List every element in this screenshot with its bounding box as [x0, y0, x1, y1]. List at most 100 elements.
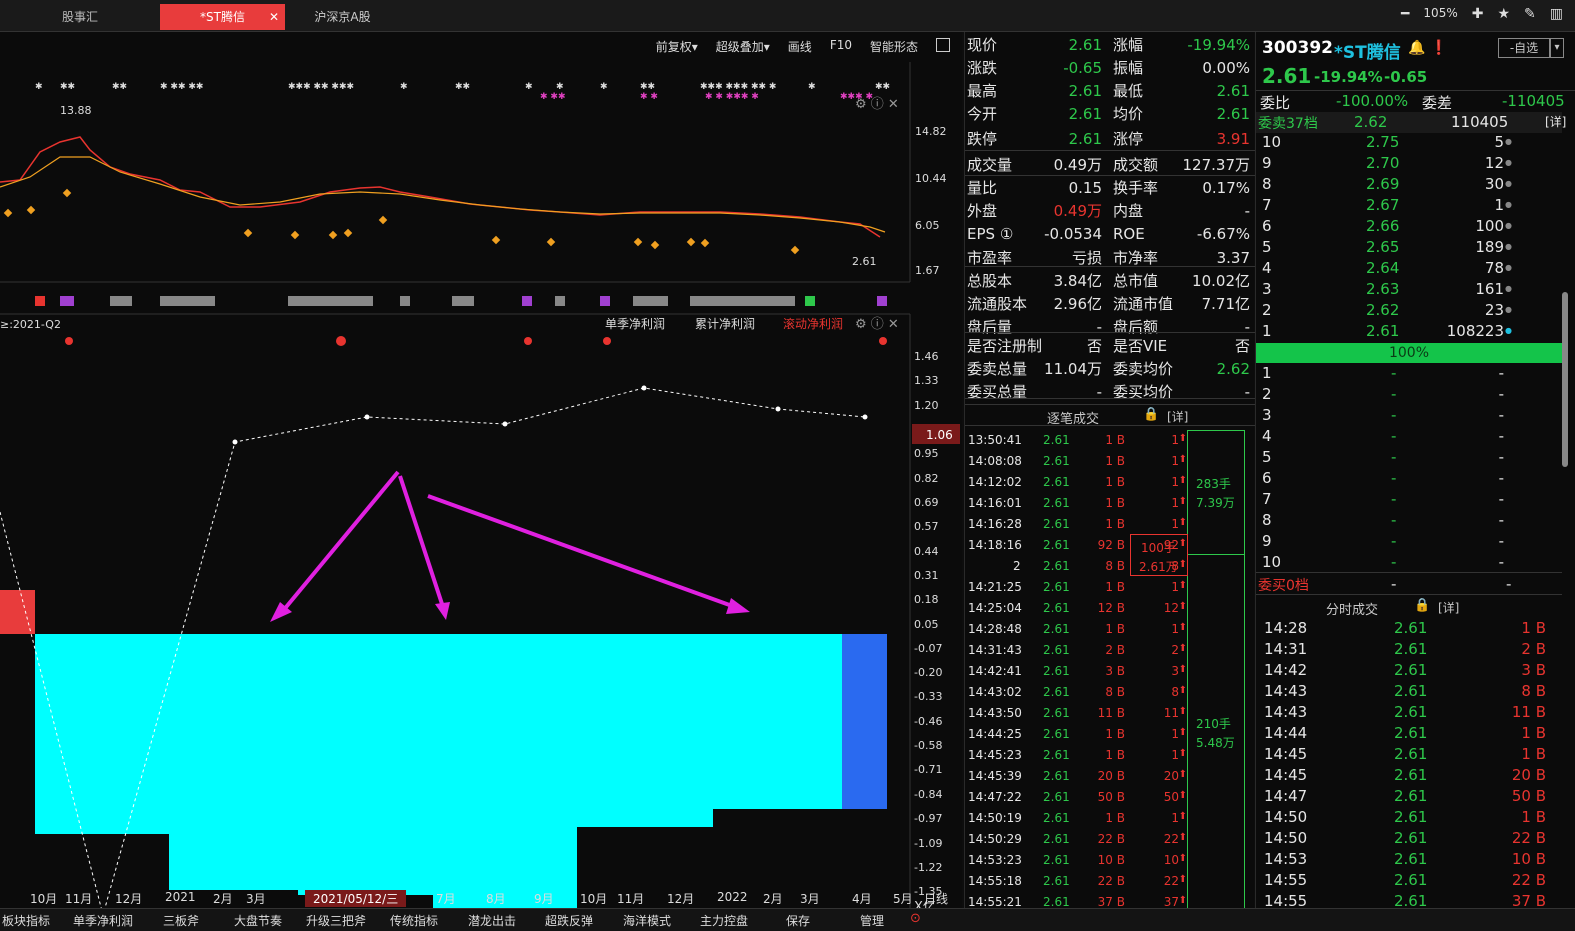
- indicator-tab[interactable]: 管理: [860, 912, 884, 929]
- bid-volume: -: [1498, 490, 1504, 508]
- change-amount: -0.65: [1384, 68, 1428, 86]
- lock-icon[interactable]: 🔒: [1414, 598, 1430, 613]
- panel-controls[interactable]: ⚙ ⓘ ✕: [855, 97, 899, 112]
- tab-hushenjing[interactable]: 沪深京A股: [285, 4, 400, 30]
- up-arrow-icon: ⬆: [1178, 706, 1187, 717]
- bid-level-row[interactable]: 2 - -: [1256, 385, 1556, 406]
- indicator-tab[interactable]: 单季净利润: [73, 912, 133, 929]
- star-icon[interactable]: ★: [1497, 6, 1510, 22]
- svg-text:✱ ✱✱ ✱✱: ✱ ✱✱ ✱✱: [160, 82, 203, 92]
- add-watchlist-button[interactable]: -自选: [1498, 38, 1550, 58]
- draw-line-button[interactable]: 画线: [788, 38, 812, 55]
- tick-detail-link[interactable]: [详]: [1167, 408, 1188, 425]
- weibi-label: 委比: [1260, 94, 1291, 112]
- bid-level-row[interactable]: 5 - -: [1256, 448, 1556, 469]
- fenshi-detail-link[interactable]: [详]: [1438, 599, 1459, 616]
- svg-text:✱ ✱: ✱ ✱: [640, 92, 658, 102]
- indicator-tab[interactable]: 三板斧: [163, 912, 199, 929]
- finance-axis-tick: 0.05: [914, 618, 939, 631]
- zoom-out-icon[interactable]: ━: [1401, 6, 1409, 22]
- bid-level-row[interactable]: 6 - -: [1256, 469, 1556, 490]
- bid-volume: -: [1498, 364, 1504, 382]
- tick-price: 2.61: [1043, 643, 1070, 657]
- indicator-tab[interactable]: 保存: [786, 912, 810, 929]
- tab-cumulative-profit[interactable]: 累计净利润: [695, 317, 755, 331]
- ask-level-row[interactable]: 1 2.61 108223 ●: [1256, 322, 1556, 343]
- panel-toggle-icon[interactable]: [936, 38, 950, 52]
- top-tab-bar: 股事汇 *ST腾信 ✕ 沪深京A股 ━ 105% ✚ ★ ✎ ▥: [0, 0, 1575, 32]
- overlay-dropdown[interactable]: 超级叠加▾: [716, 38, 770, 55]
- indicator-tab[interactable]: 主力控盘: [700, 912, 748, 929]
- indicator-tab[interactable]: 大盘节奏: [234, 912, 282, 929]
- indicator-tab[interactable]: 潜龙出击: [468, 912, 516, 929]
- svg-text:⚙ ⓘ ✕: ⚙ ⓘ ✕: [855, 97, 899, 112]
- tick-count: 11: [1163, 706, 1179, 720]
- svg-text:✱✱: ✱✱: [640, 82, 655, 92]
- tab-single-quarter-profit[interactable]: 单季净利润: [605, 317, 665, 331]
- tick-row: 14:55:18 2.61 22 B 22 ⬆: [965, 871, 1187, 892]
- ask-level-row[interactable]: 8 2.69 30 ●: [1256, 175, 1556, 196]
- ask-level-row[interactable]: 9 2.70 12 ●: [1256, 154, 1556, 175]
- record-icon[interactable]: ⊙: [910, 911, 921, 926]
- fenshi-row: 14:28 2.61 1 B: [1256, 619, 1556, 640]
- indicator-tab[interactable]: 板块指标: [2, 912, 50, 929]
- fenshi-title: 分时成交: [1326, 603, 1379, 618]
- ask-level-row[interactable]: 10 2.75 5 ●: [1256, 133, 1556, 154]
- tab-st-tengxin[interactable]: *ST腾信 ✕: [160, 4, 285, 30]
- bid-level: 8: [1262, 511, 1272, 529]
- ask-level-row[interactable]: 4 2.64 78 ●: [1256, 259, 1556, 280]
- layout-icon[interactable]: ▥: [1550, 6, 1563, 22]
- f10-button[interactable]: F10: [830, 38, 852, 55]
- fenshi-time: 14:55: [1264, 871, 1308, 889]
- bid-volume: -: [1498, 427, 1504, 445]
- bid-level-row[interactable]: 3 - -: [1256, 406, 1556, 427]
- fq-dropdown[interactable]: 前复权▾: [656, 38, 698, 55]
- ask-level-row[interactable]: 7 2.67 1 ●: [1256, 196, 1556, 217]
- scrollbar-thumb[interactable]: [1562, 292, 1568, 467]
- bid-level-row[interactable]: 1 - -: [1256, 364, 1556, 385]
- summary-2b: 2.61万: [1139, 560, 1178, 574]
- bid-level-row[interactable]: 9 - -: [1256, 532, 1556, 553]
- svg-text:✱✱: ✱✱: [112, 82, 127, 92]
- bid-level-row[interactable]: 4 - -: [1256, 427, 1556, 448]
- red-pins: [65, 336, 887, 346]
- ask-level-row[interactable]: 5 2.65 189 ●: [1256, 238, 1556, 259]
- ask-price: 2.69: [1366, 175, 1400, 193]
- quote-value: 否: [1086, 337, 1102, 355]
- indicator-tab[interactable]: 传统指标: [390, 912, 438, 929]
- star-markers: ✱ ✱✱ ✱✱ ✱ ✱✱ ✱✱ ✱✱✱ ✱✱ ✱✱✱ ✱ ✱✱ ✱ ✱ ✱ ✱✱ ✱✱✱ ✱✱✱ ✱✱…: [35, 82, 890, 92]
- alert-icon[interactable]: ❗: [1430, 40, 1447, 56]
- tick-price: 2.61: [1043, 895, 1070, 909]
- indicator-tab[interactable]: 升级三把斧: [306, 912, 366, 929]
- ask-level-row[interactable]: 3 2.63 161 ●: [1256, 280, 1556, 301]
- tab-gushihui[interactable]: 股事汇: [0, 4, 160, 30]
- bid-level-row[interactable]: 7 - -: [1256, 490, 1556, 511]
- lock-icon[interactable]: 🔒: [1143, 407, 1159, 422]
- ask-level-row[interactable]: 2 2.62 23 ●: [1256, 301, 1556, 322]
- smart-pattern-button[interactable]: 智能形态: [870, 38, 918, 55]
- change-percent: -19.94%: [1314, 68, 1383, 86]
- book-detail-link[interactable]: [详]: [1545, 113, 1566, 130]
- chevron-down-icon[interactable]: ▾: [1550, 38, 1564, 58]
- tick-time: 14:16:28: [968, 517, 1022, 531]
- tick-price: 2.61: [1043, 832, 1070, 846]
- bid-price: -: [1391, 427, 1397, 445]
- zoom-in-icon[interactable]: ✚: [1472, 6, 1484, 22]
- fenshi-time: 14:31: [1264, 640, 1308, 658]
- ask-price: 2.65: [1366, 238, 1400, 256]
- bid-level-row[interactable]: 10 - -: [1256, 553, 1556, 574]
- indicator-tab[interactable]: 海洋模式: [623, 912, 671, 929]
- ask-level-row[interactable]: 6 2.66 100 ●: [1256, 217, 1556, 238]
- indicator-tab[interactable]: 超跌反弹: [545, 912, 593, 929]
- bid-level: 7: [1262, 490, 1272, 508]
- tick-time: 14:50:19: [968, 811, 1022, 825]
- tab-rolling-profit[interactable]: 滚动净利润: [783, 316, 843, 331]
- pen-icon[interactable]: ✎: [1524, 6, 1536, 22]
- time-axis-label: 5月: [893, 892, 913, 906]
- bid-level-row[interactable]: 8 - -: [1256, 511, 1556, 532]
- close-icon[interactable]: ✕: [269, 4, 279, 30]
- tick-volume: 12 B: [1097, 601, 1125, 615]
- panel-controls[interactable]: ⚙ ⓘ ✕: [855, 317, 899, 332]
- notification-icon[interactable]: 🔔: [1408, 40, 1425, 56]
- tick-row: 14:45:23 2.61 1 B 1 ⬆: [965, 745, 1187, 766]
